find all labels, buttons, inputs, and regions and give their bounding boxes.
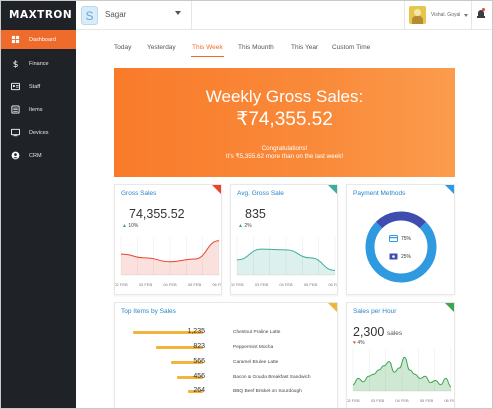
hero-title: Weekly Gross Sales: — [205, 87, 364, 106]
x-tick-label: 02 FEB — [347, 398, 360, 403]
sidebar-item-crm[interactable]: CRM — [1, 146, 76, 165]
sidebar-item-dashboard[interactable]: Dashboard — [1, 30, 76, 49]
divider — [404, 1, 405, 30]
item-value: 1,235 — [187, 328, 205, 335]
card-percentage: 75% — [401, 236, 412, 242]
svg-text:$: $ — [13, 60, 19, 68]
sidebar-item-items[interactable]: Items — [1, 100, 76, 119]
sidebar: Dashboard $ Finance Staff Items Devices … — [1, 30, 76, 408]
sidebar-item-label: Finance — [29, 60, 49, 67]
avg-gross-sale-chart: 02 FEB 03 FEB 04 FEB 05 FEB 06 FEB — [231, 237, 338, 287]
card-corner-accent — [328, 303, 337, 312]
x-tick-label: 04 FEB — [279, 282, 293, 287]
cash-icon — [389, 253, 398, 260]
item-value: 456 — [193, 373, 205, 380]
cash-percentage: 25% — [401, 254, 412, 260]
sidebar-item-label: Staff — [29, 83, 41, 90]
hero-comparison: It's ₹5,355.62 more than on the last wee… — [225, 153, 344, 160]
donut-slice-card — [365, 221, 437, 283]
gross-sales-chart: 02 FEB 03 FEB 04 FEB 05 FEB 06 FEB — [115, 237, 222, 287]
card-title: Top Items by Sales — [121, 308, 176, 315]
x-tick-label: 04 FEB — [163, 282, 177, 287]
tab-this-month[interactable]: This Mounth — [238, 44, 274, 51]
hero-amount: ₹74,355.52 — [236, 109, 333, 130]
divider — [191, 1, 192, 30]
item-name: Caramel Brulee Latte — [233, 360, 279, 365]
top-items-card[interactable]: Top Items by Sales 1,235 Chestnut Pralin… — [114, 302, 338, 408]
item-value: 566 — [193, 358, 205, 365]
x-tick-label: 02 FEB — [115, 282, 128, 287]
payment-methods-card[interactable]: Payment Methods 75% 25% — [346, 184, 455, 295]
tab-today[interactable]: Today — [114, 44, 131, 51]
store-name[interactable]: Sagar — [105, 10, 126, 19]
user-name[interactable]: Vishal. Goyal — [431, 12, 460, 18]
item-name: Peppermint Mocha — [233, 345, 274, 350]
active-tab-indicator — [191, 56, 224, 57]
x-tick-label: 06 FEB — [328, 282, 338, 287]
tab-custom-time[interactable]: Custom Time — [332, 44, 370, 51]
dollar-icon: $ — [13, 60, 19, 68]
app-logo: MAXTRON — [9, 9, 73, 21]
sidebar-item-label: Items — [29, 106, 43, 113]
x-tick-label: 03 FEB — [139, 282, 153, 287]
sidebar-item-label: Devices — [29, 129, 49, 136]
bell-icon[interactable] — [477, 8, 485, 18]
x-tick-label: 05 FEB — [188, 282, 202, 287]
sidebar-item-label: Dashboard — [29, 36, 56, 43]
x-tick-label: 03 FEB — [255, 282, 269, 287]
chevron-down-icon[interactable] — [175, 11, 181, 15]
x-tick-label: 06 FEB — [212, 282, 222, 287]
monitor-icon — [11, 128, 20, 137]
sidebar-item-finance[interactable]: $ Finance — [1, 54, 76, 73]
sales-per-hour-card[interactable]: Sales per Hour 2,300 sales ♥ 4% 02 FEB 03… — [346, 302, 455, 408]
item-value: 264 — [193, 387, 205, 394]
user-circle-icon — [11, 151, 20, 160]
app-window: MAXTRON S Sagar Vishal. Goyal Dashboard … — [0, 0, 493, 409]
item-value: 823 — [193, 343, 205, 350]
weekly-gross-sales-banner: Weekly Gross Sales: ₹74,355.52 Congratul… — [114, 68, 455, 177]
avg-gross-sale-card[interactable]: Avg. Gross Sale 835 ▲ 2% 02 FEB 03 FEB 04 … — [230, 184, 338, 295]
sidebar-item-staff[interactable]: Staff — [1, 77, 76, 96]
logo-area[interactable]: MAXTRON — [1, 1, 76, 30]
list-icon — [11, 105, 20, 114]
hero-congrats: Congratulations! — [261, 145, 308, 152]
dashboard-icon — [11, 35, 20, 44]
item-name: Chestnut Praline Latte — [233, 330, 281, 335]
avatar[interactable] — [409, 6, 426, 24]
x-tick-label: 05 FEB — [420, 398, 434, 403]
x-tick-label: 04 FEB — [395, 398, 409, 403]
x-tick-label: 06 FEB — [444, 398, 455, 403]
sidebar-item-devices[interactable]: Devices — [1, 123, 76, 142]
x-tick-label: 03 FEB — [371, 398, 385, 403]
credit-card-icon — [389, 235, 398, 242]
tab-this-week[interactable]: This Week — [192, 44, 223, 51]
item-name: BBQ Beef Brisket on Sourdough — [233, 389, 302, 394]
tab-this-year[interactable]: This Year — [291, 44, 318, 51]
x-tick-label: 05 FEB — [304, 282, 318, 287]
store-logo: S — [81, 6, 98, 25]
donut-slice-cash — [375, 211, 427, 229]
item-name: Bacon & Gouda Breakfast Sandwich — [233, 375, 311, 380]
divider — [471, 1, 472, 30]
x-tick-label: 02 FEB — [231, 282, 244, 287]
gross-sales-card[interactable]: Gross Sales 74,355.52 ▲ 10% 02 FEB 03 FEB… — [114, 184, 222, 295]
top-bar: MAXTRON S Sagar Vishal. Goyal — [1, 1, 492, 30]
id-card-icon — [11, 82, 20, 91]
tab-yesterday[interactable]: Yesterday — [147, 44, 176, 51]
sales-per-hour-chart: 02 FEB 03 FEB 04 FEB 05 FEB 06 FEB — [347, 349, 455, 403]
chevron-down-icon[interactable] — [464, 14, 468, 17]
sidebar-item-label: CRM — [29, 152, 42, 159]
